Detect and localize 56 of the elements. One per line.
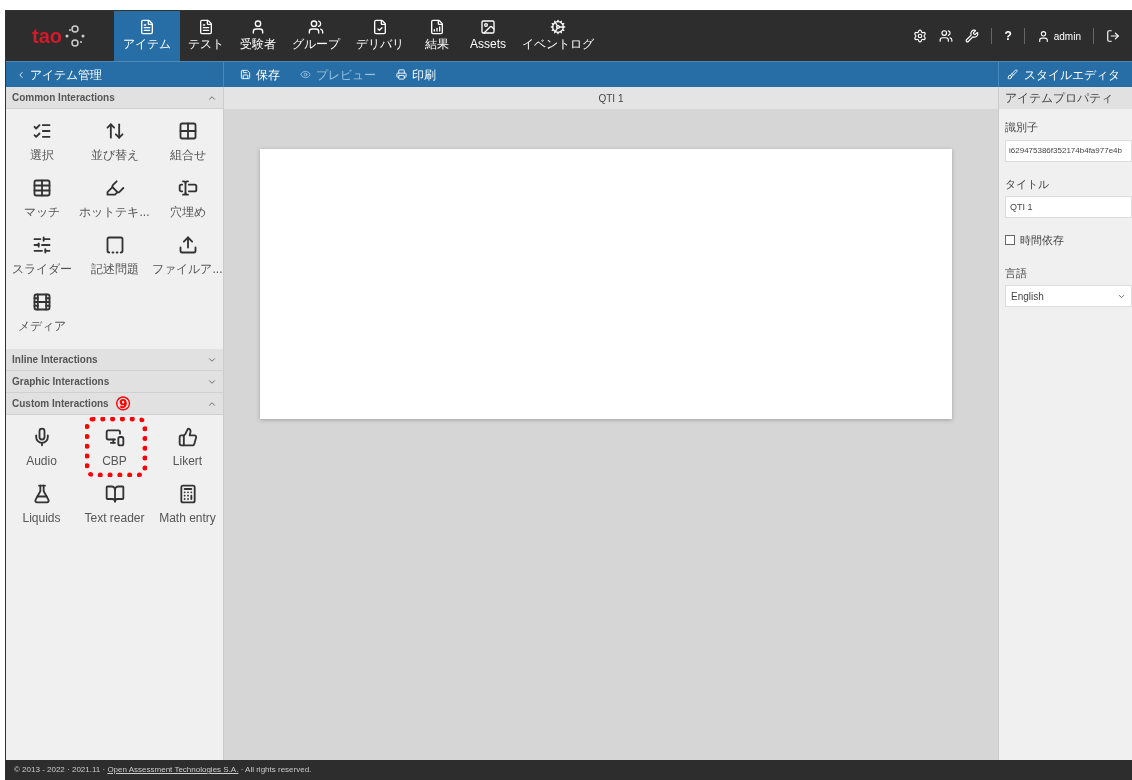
title-field[interactable]: QTI 1 <box>1005 196 1132 218</box>
nav-tab[interactable]: テスト <box>180 11 232 61</box>
toolbar-action[interactable]: 印刷 <box>396 65 436 84</box>
field-label: 識別子 <box>1005 120 1039 135</box>
user-icon <box>1036 29 1050 43</box>
nav-tab[interactable]: デリバリ <box>348 11 412 61</box>
identifier-field[interactable]: i629475386f352174b4fa977e4b <box>1005 139 1132 162</box>
nav-tab[interactable]: 受験者 <box>232 11 284 61</box>
interaction-tool[interactable]: 穴埋め <box>152 178 223 221</box>
language-select[interactable]: English <box>1005 285 1132 307</box>
interaction-tool[interactable]: スライダー <box>6 235 77 278</box>
interaction-tool[interactable]: Math entry <box>152 484 223 527</box>
interaction-tool[interactable]: マッチ <box>6 178 77 221</box>
section-header[interactable]: Custom Interactions ⑨ <box>6 393 223 415</box>
checkbox[interactable] <box>1005 235 1015 246</box>
properties-header: アイテムプロパティ <box>999 87 1132 109</box>
nav-tab[interactable]: 結果 <box>412 11 462 61</box>
interaction-tool[interactable]: Liquids <box>6 484 77 527</box>
interaction-tool[interactable]: 選択 <box>6 121 77 164</box>
interaction-tool[interactable]: 並び替え <box>79 121 150 164</box>
help-button[interactable]: ? <box>1004 27 1012 45</box>
section-header[interactable]: Inline Interactions <box>6 349 223 371</box>
interaction-tool[interactable]: 組合せ <box>152 121 223 164</box>
section-title: Custom Interactions <box>12 397 109 411</box>
section-header[interactable]: Graphic Interactions <box>6 371 223 393</box>
nav-tab[interactable]: イベントログ <box>514 11 602 61</box>
field-label: 言語 <box>1005 265 1028 281</box>
section-title: Graphic Interactions <box>12 375 110 389</box>
company-link[interactable]: Open Assessment Technologies S.A. <box>107 765 239 774</box>
field-label: タイトル <box>1005 176 1050 192</box>
interaction-tool[interactable]: 記述問題 <box>79 235 150 278</box>
logout-icon[interactable] <box>1106 29 1120 43</box>
wrench-icon[interactable] <box>965 29 980 43</box>
user-button[interactable]: admin <box>1036 28 1081 44</box>
section-header[interactable]: Common Interactions <box>6 87 223 109</box>
canvas-header: QTI 1 <box>224 87 998 109</box>
section-title: Inline Interactions <box>12 353 98 367</box>
settings-icon[interactable] <box>913 29 928 43</box>
interaction-tool[interactable]: Audio <box>6 427 77 470</box>
nav-tab[interactable]: Assets <box>462 11 514 61</box>
interaction-tool[interactable]: Text reader <box>79 484 150 527</box>
back-icon <box>16 69 26 80</box>
nav-tab[interactable]: アイテム <box>114 11 180 61</box>
interaction-tool[interactable]: メディア <box>6 292 77 335</box>
interaction-tool[interactable]: Likert <box>152 427 223 470</box>
interaction-tool[interactable]: CBP <box>79 427 150 470</box>
users-icon[interactable] <box>939 29 954 43</box>
checkbox-label: 時間依存 <box>1020 233 1064 248</box>
interaction-tool[interactable]: ホットテキ... <box>79 178 150 221</box>
interaction-tool[interactable]: ファイルア... <box>152 235 223 278</box>
toolbar-action[interactable]: 保存 <box>240 65 280 84</box>
brush-icon <box>1007 69 1018 80</box>
annotation-number: ⑨ <box>114 394 131 413</box>
nav-tab[interactable]: グループ <box>284 11 348 61</box>
section-title: Common Interactions <box>12 91 115 105</box>
copyright-text: © 2013 - 2022 · 2021.11 · Open Assessment Technologies S.A. · All rights reserved. <box>14 764 312 776</box>
